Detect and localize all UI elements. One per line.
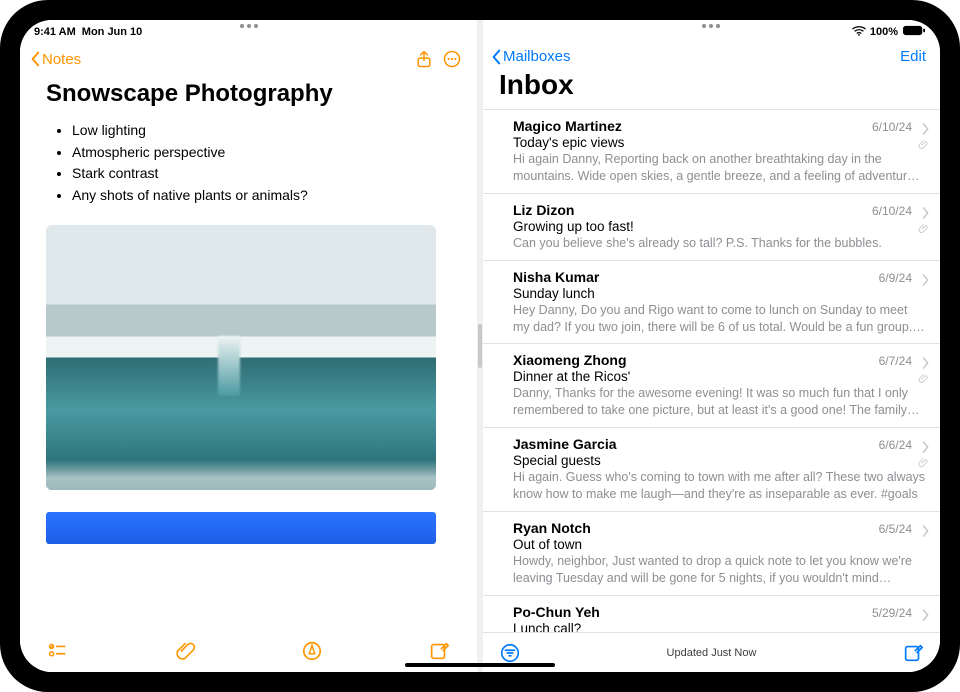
more-button[interactable] [441, 48, 463, 70]
note-bullet: Stark contrast [72, 163, 451, 185]
mail-edit-button[interactable]: Edit [900, 48, 926, 65]
chevron-right-icon [922, 273, 930, 291]
status-time: 9:41 AM [34, 26, 76, 38]
mail-message-list[interactable]: Magico Martinez 6/10/24 Today's epic vie… [483, 109, 940, 632]
mail-subject: Special guests [513, 453, 926, 468]
mail-sender: Liz Dizon [513, 202, 574, 218]
note-bullet: Low lighting [72, 120, 451, 142]
attachment-icon [918, 372, 930, 390]
mail-updated-status: Updated Just Now [521, 647, 902, 659]
mail-message-row[interactable]: Liz Dizon 6/10/24 Growing up too fast! C… [483, 194, 940, 261]
chevron-left-icon [30, 51, 40, 67]
mail-subject: Sunday lunch [513, 286, 926, 301]
share-icon [414, 49, 434, 69]
mail-filter-button[interactable] [499, 642, 521, 664]
status-battery-text: 100% [870, 26, 898, 38]
mail-subject: Dinner at the Ricos' [513, 369, 926, 384]
chevron-left-icon [491, 49, 501, 65]
mail-message-row[interactable]: Ryan Notch 6/5/24 Out of town Howdy, nei… [483, 512, 940, 596]
note-content[interactable]: Snowscape Photography Low lighting Atmos… [20, 74, 477, 632]
notes-back-label: Notes [42, 51, 81, 68]
ipad-frame: 9:41 AM Mon Jun 10 Notes [0, 0, 960, 692]
battery-icon [902, 25, 926, 39]
mail-message-row[interactable]: Magico Martinez 6/10/24 Today's epic vie… [483, 110, 940, 194]
status-date: Mon Jun 10 [82, 26, 143, 38]
attachment-icon [918, 222, 930, 240]
attachment-icon [918, 138, 930, 156]
note-bullet: Atmospheric perspective [72, 142, 451, 164]
mail-message-row[interactable]: Jasmine Garcia 6/6/24 Special guests Hi … [483, 428, 940, 512]
mail-preview: Hi again Danny, Reporting back on anothe… [513, 151, 926, 185]
mail-sender: Nisha Kumar [513, 269, 599, 285]
compose-icon [902, 642, 924, 664]
share-button[interactable] [413, 48, 435, 70]
status-bar-right: 100% [483, 20, 940, 42]
home-indicator[interactable] [405, 663, 555, 667]
mail-subject: Growing up too fast! [513, 219, 926, 234]
mail-toolbar: Mailboxes Edit [483, 42, 940, 67]
checklist-button[interactable] [46, 639, 70, 663]
mail-preview: Danny, Thanks for the awesome evening! I… [513, 385, 926, 419]
mail-date: 6/10/24 [872, 120, 926, 134]
mail-date: 6/10/24 [872, 204, 926, 218]
notes-toolbar: Notes [20, 42, 477, 74]
mail-date: 6/9/24 [879, 271, 926, 285]
mail-message-row[interactable]: Po-Chun Yeh 5/29/24 Lunch call? [483, 596, 940, 632]
mail-preview: Howdy, neighbor, Just wanted to drop a q… [513, 553, 926, 587]
notes-back-button[interactable]: Notes [30, 51, 81, 68]
mail-compose-button[interactable] [902, 642, 924, 664]
mail-message-row[interactable]: Nisha Kumar 6/9/24 Sunday lunch Hey Dann… [483, 261, 940, 345]
attachment-icon [918, 456, 930, 474]
note-attached-photo[interactable] [46, 225, 436, 490]
chevron-right-icon [922, 608, 930, 626]
notes-app-pane: 9:41 AM Mon Jun 10 Notes [20, 20, 477, 672]
mail-app-pane: 100% Mailboxes Edit Inbox Magico Martine… [483, 20, 940, 672]
markup-button[interactable] [300, 639, 324, 663]
mail-date: 6/6/24 [879, 438, 926, 452]
status-bar-left: 9:41 AM Mon Jun 10 [20, 20, 477, 42]
compose-icon [428, 640, 450, 662]
wifi-icon [852, 25, 866, 39]
mail-sender: Xiaomeng Zhong [513, 352, 627, 368]
note-second-attachment[interactable] [46, 512, 436, 544]
mail-sender: Magico Martinez [513, 118, 622, 134]
new-note-button[interactable] [427, 639, 451, 663]
mail-date: 6/5/24 [879, 522, 926, 536]
note-bullet: Any shots of native plants or animals? [72, 185, 451, 207]
mail-subject: Lunch call? [513, 621, 926, 632]
checklist-icon [47, 640, 69, 662]
mail-message-row[interactable]: Xiaomeng Zhong 6/7/24 Dinner at the Rico… [483, 344, 940, 428]
mail-subject: Out of town [513, 537, 926, 552]
note-bullet-list: Low lighting Atmospheric perspective Sta… [72, 120, 451, 207]
pencil-tip-icon [301, 640, 323, 662]
mail-sender: Po-Chun Yeh [513, 604, 600, 620]
mail-preview: Can you believe she's already so tall? P… [513, 235, 926, 252]
mail-preview: Hey Danny, Do you and Rigo want to come … [513, 302, 926, 336]
inbox-title: Inbox [483, 67, 940, 109]
attach-button[interactable] [173, 639, 197, 663]
mail-subject: Today's epic views [513, 135, 926, 150]
paperclip-icon [174, 640, 196, 662]
note-title: Snowscape Photography [46, 80, 451, 108]
chevron-right-icon [922, 524, 930, 542]
filter-icon [499, 642, 521, 664]
mail-sender: Jasmine Garcia [513, 436, 617, 452]
mail-back-button[interactable]: Mailboxes [491, 48, 571, 65]
mail-back-label: Mailboxes [503, 48, 571, 65]
mail-preview: Hi again. Guess who's coming to town wit… [513, 469, 926, 503]
mail-sender: Ryan Notch [513, 520, 591, 536]
ellipsis-circle-icon [442, 49, 462, 69]
screen: 9:41 AM Mon Jun 10 Notes [20, 20, 940, 672]
mail-date: 6/7/24 [879, 354, 926, 368]
mail-date: 5/29/24 [872, 606, 926, 620]
